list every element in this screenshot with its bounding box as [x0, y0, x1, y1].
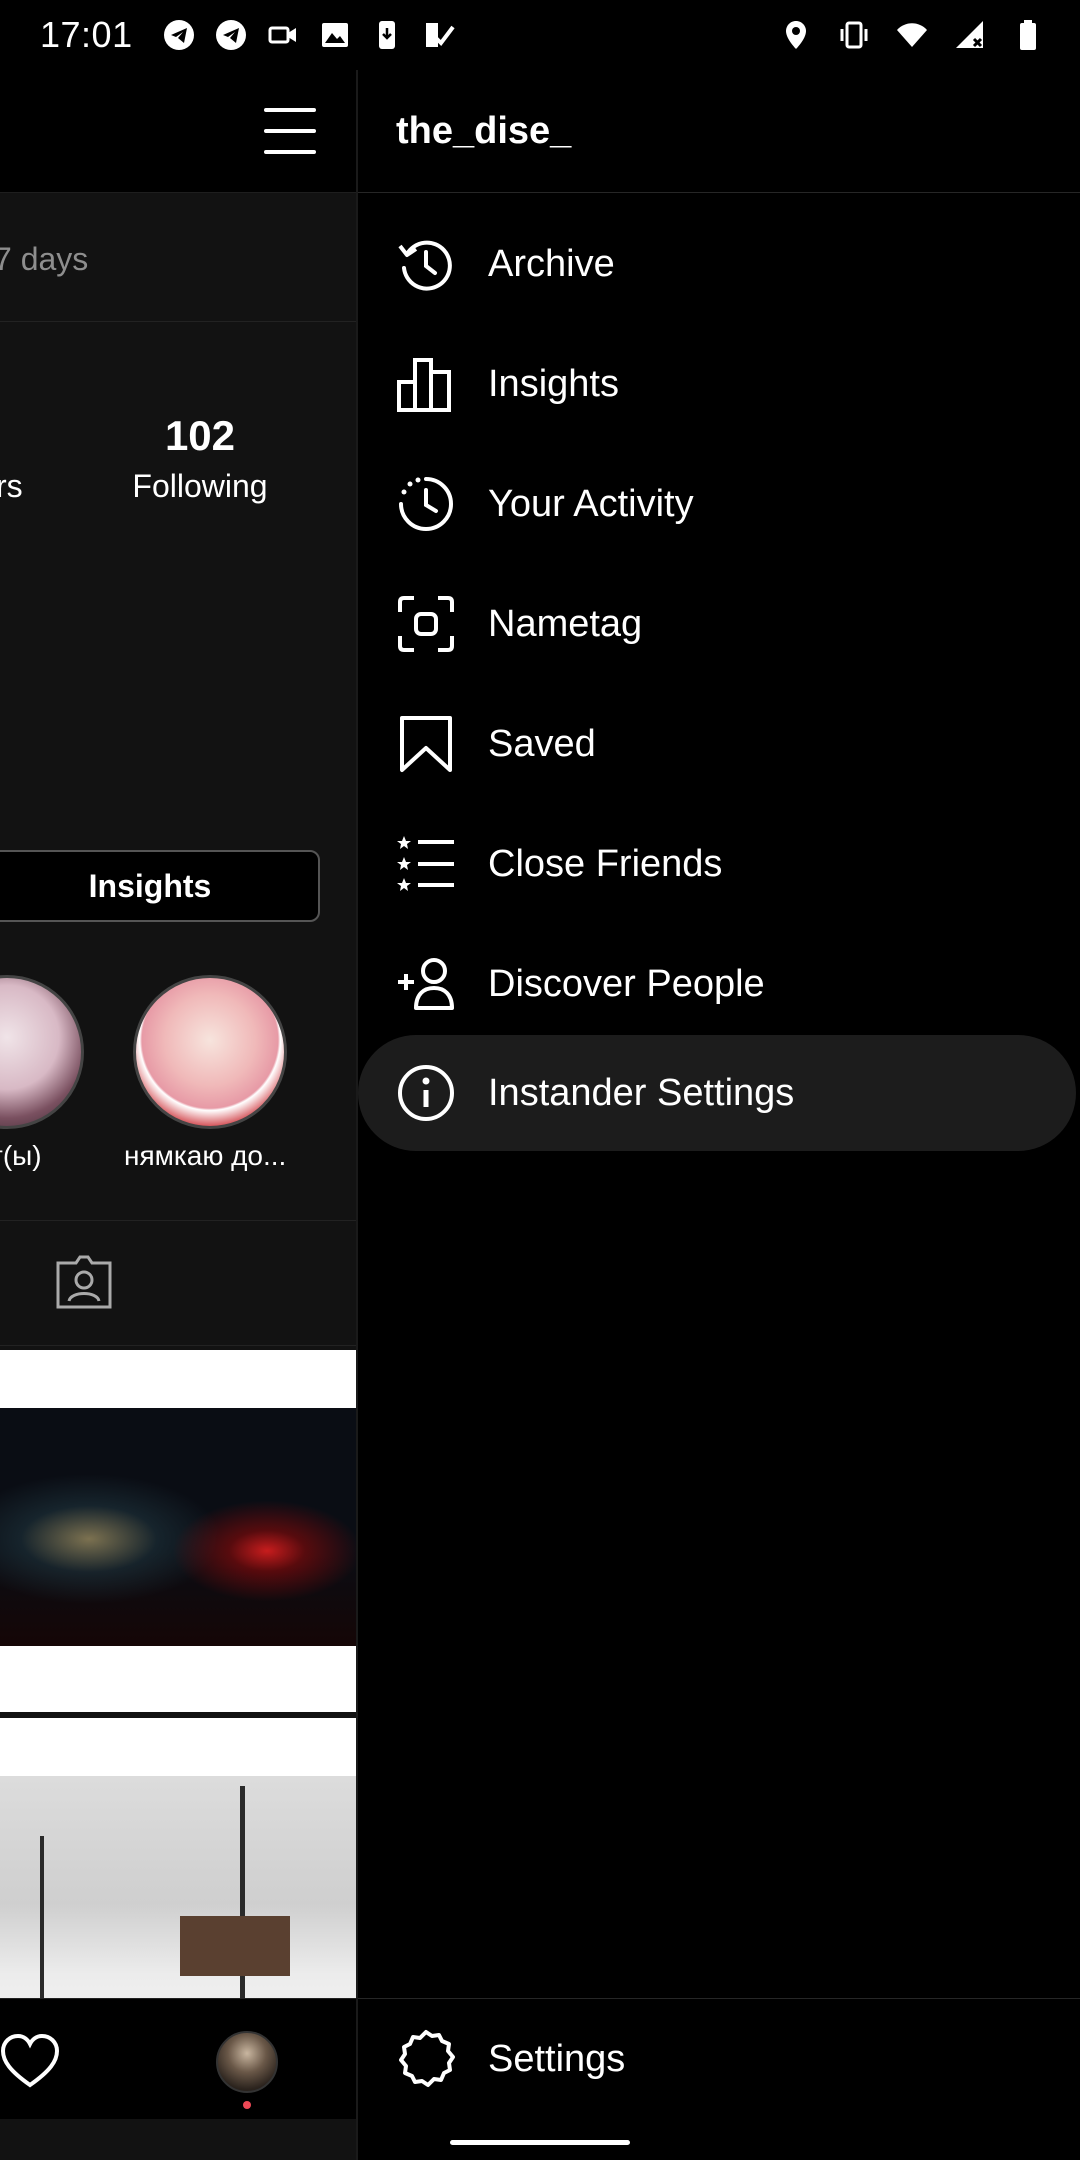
feed-post[interactable]: [0, 1350, 356, 1712]
image-icon: [321, 23, 348, 47]
side-drawer: the_dise_ Archive Insights Your Activity: [356, 70, 1080, 2160]
following-count[interactable]: 102: [150, 412, 250, 460]
followers-label[interactable]: rs: [0, 468, 23, 505]
heart-icon[interactable]: [0, 2033, 60, 2089]
settings-icon: [399, 2030, 455, 2087]
cell-signal-icon: [956, 21, 983, 48]
battery-icon: [1020, 20, 1036, 50]
bottom-nav: [0, 1998, 356, 2119]
telegram-icon: [163, 20, 194, 50]
menu-icon[interactable]: [264, 108, 316, 154]
menu-label: Settings: [488, 2037, 626, 2080]
saved-icon: [400, 716, 452, 772]
menu-item-insights[interactable]: Insights: [358, 328, 1080, 440]
profile-tabs: [0, 1220, 356, 1346]
days-text: 7 days: [0, 241, 89, 277]
insights-button[interactable]: Insights: [0, 850, 320, 922]
location-icon: [786, 21, 806, 49]
post-image[interactable]: [0, 1408, 356, 1646]
highlight-label: нямкаю до...: [124, 1140, 287, 1171]
menu-item-discover-people[interactable]: Discover People: [358, 928, 1080, 1040]
status-time: 17:01: [40, 14, 133, 55]
profile-stats: rs 102 Following: [0, 322, 356, 522]
days-banner[interactable]: 7 days: [0, 193, 356, 322]
tagged-photos-icon[interactable]: [54, 1251, 114, 1311]
vibrate-icon: [840, 21, 868, 49]
menu-label: Insights: [488, 362, 619, 405]
menu-label: Saved: [488, 722, 596, 765]
notification-icons: [163, 19, 455, 51]
activity-icon: [399, 477, 453, 531]
story-highlight[interactable]: [0, 975, 84, 1129]
menu-label: Nametag: [488, 602, 643, 645]
following-label[interactable]: Following: [120, 468, 280, 505]
menu-label: Discover People: [488, 962, 765, 1005]
home-indicator[interactable]: [450, 2140, 630, 2145]
menu-item-instander-settings[interactable]: Instander Settings: [358, 1035, 1076, 1151]
phone-download-icon: [378, 21, 395, 49]
menu-label: Your Activity: [488, 482, 694, 525]
profile-pane: 7 days rs 102 Following Insights т(ы) ня…: [0, 70, 356, 2160]
status-bar: 17:01: [0, 0, 1080, 70]
nametag-icon: [398, 596, 454, 652]
story-highlight[interactable]: [133, 975, 287, 1129]
drawer-username: the_dise_: [396, 110, 572, 152]
telegram-icon: [215, 20, 246, 50]
video-icon: [268, 26, 296, 44]
highlight-label: т(ы): [0, 1140, 42, 1171]
menu-item-archive[interactable]: Archive: [358, 208, 1080, 320]
menu-item-close-friends[interactable]: Close Friends: [358, 808, 1080, 920]
system-icons: [780, 19, 1044, 51]
menu-label: Instander Settings: [488, 1071, 795, 1114]
menu-item-saved[interactable]: Saved: [358, 688, 1080, 800]
archive-icon: [398, 240, 452, 291]
insights-icon: [397, 358, 451, 412]
drawer-footer: Settings: [358, 1998, 1080, 2119]
drawer-header: the_dise_: [358, 70, 1080, 193]
profile-avatar[interactable]: [216, 2031, 278, 2093]
menu-item-your-activity[interactable]: Your Activity: [358, 448, 1080, 560]
profile-top-bar: [0, 70, 356, 193]
menu-item-settings[interactable]: Settings: [358, 2003, 1080, 2115]
wifi-icon: [897, 23, 927, 47]
close-friends-icon: [397, 836, 454, 891]
notification-dot: [243, 2101, 251, 2109]
menu-item-nametag[interactable]: Nametag: [358, 568, 1080, 680]
task-check-icon: [425, 23, 455, 47]
discover-people-icon: [398, 958, 454, 1010]
menu-label: Archive: [488, 242, 615, 285]
info-icon: [398, 1065, 454, 1121]
menu-label: Close Friends: [488, 842, 723, 885]
